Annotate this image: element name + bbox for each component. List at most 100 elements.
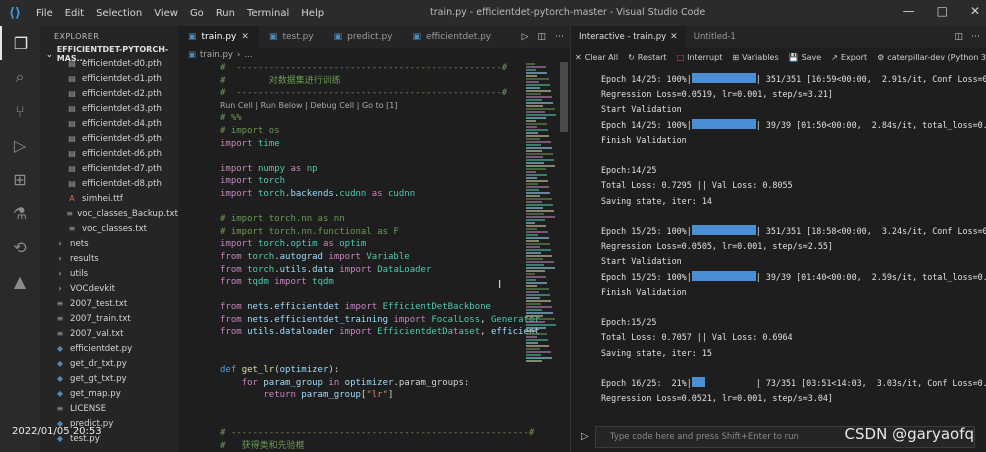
tab-test[interactable]: ▣ test.py (259, 26, 324, 48)
tree-item[interactable]: ◆ get_dr_txt.py (40, 356, 178, 371)
explorer-header: EXPLORER (54, 31, 100, 41)
search-icon[interactable]: ⌕ (0, 60, 40, 94)
tree-item-label: 2007_val.txt (70, 328, 124, 339)
save-icon: 💾 (788, 52, 799, 62)
more-panel-icon[interactable]: ⋯ (971, 32, 980, 42)
editor-actions: ▷ ◫ ⋯ (522, 32, 570, 42)
minimap[interactable] (526, 62, 556, 382)
tree-item[interactable]: ≡ 2007_val.txt (40, 326, 178, 341)
breadcrumb-more[interactable]: ... (244, 50, 252, 60)
close-icon[interactable]: ✕ (970, 4, 980, 18)
toolbar-variables[interactable]: ⊞ Variables (732, 53, 778, 62)
tab-label: test.py (282, 32, 314, 42)
output-rest: | 73/351 [03:51<14:03, 3.03s/it, Conf Lo… (755, 378, 986, 389)
output-line: Epoch 16/25: 21%| | 73/351 [03:51<14:03, … (601, 376, 986, 391)
menu-edit[interactable]: Edit (65, 8, 84, 19)
code-line: import torch.optim as optim (220, 239, 367, 250)
code-line: # import torch.nn.functional as F (220, 226, 399, 237)
output-text: Epoch:15/25 (601, 317, 657, 328)
tree-item[interactable]: ≡ voc_classes.txt (40, 221, 178, 236)
code-line: from nets.efficientdet import EfficientD… (220, 302, 491, 313)
mouse-cursor-icon: I (498, 278, 502, 291)
minimize-icon[interactable]: — (903, 4, 915, 18)
tree-item[interactable]: › utils (40, 266, 178, 281)
tree-item[interactable]: ▤ efficientdet-d6.pth (40, 146, 178, 161)
tree-item-label: LICENSE (70, 403, 107, 414)
tree-item[interactable]: ▤ efficientdet-d3.pth (40, 101, 178, 116)
code-area[interactable]: # --------------------------------------… (178, 62, 570, 452)
codelens-actions[interactable]: Run Cell | Run Below | Debug Cell | Go t… (220, 100, 570, 113)
testing-icon[interactable]: ⚗ (0, 196, 40, 230)
tree-item[interactable]: › nets (40, 236, 178, 251)
tree-item[interactable]: ▤ efficientdet-d8.pth (40, 176, 178, 191)
run-icon[interactable]: ▷ (522, 32, 529, 42)
tree-item[interactable]: › VOCdevkit (40, 281, 178, 296)
folder-chevron-icon: › (58, 239, 62, 248)
output-text: Epoch 16/25: 21%| (601, 378, 692, 389)
editor-scrollbar[interactable] (560, 62, 568, 132)
panel-tab[interactable]: Untitled-1 (686, 26, 744, 48)
toolbar-export[interactable]: ↗ Export (831, 53, 867, 62)
menu-file[interactable]: File (36, 8, 53, 19)
py-file-icon: ◆ (56, 374, 64, 383)
split-panel-icon[interactable]: ◫ (954, 32, 963, 42)
toolbar-clear[interactable]: ✕ Clear All (575, 53, 618, 62)
tree-item[interactable]: ▤ efficientdet-d2.pth (40, 86, 178, 101)
pth-file-icon: ▤ (68, 134, 76, 143)
tree-item[interactable]: ≡ voc_classes_Backup.txt (40, 206, 178, 221)
tree-item[interactable]: Asimhei.ttf (40, 191, 178, 206)
toolbar-restart[interactable]: ↻ Restart (628, 53, 666, 62)
tree-item[interactable]: ◆ get_gt_txt.py (40, 371, 178, 386)
run-debug-icon[interactable]: ▷ (0, 128, 40, 162)
code-line: # 对数据集进行训练 (220, 75, 341, 86)
explorer-icon[interactable]: ❐ (0, 26, 40, 60)
more-actions-icon[interactable]: ⋯ (555, 32, 564, 42)
menu-selection[interactable]: Selection (96, 8, 142, 19)
menu-view[interactable]: View (154, 8, 178, 19)
close-tab-icon[interactable]: ✕ (670, 32, 678, 42)
menu-go[interactable]: Go (190, 8, 204, 19)
tab-predict[interactable]: ▣ predict.py (324, 26, 403, 48)
toolbar-save[interactable]: 💾 Save (789, 53, 822, 62)
panel-tab[interactable]: Interactive - train.py ✕ (571, 26, 686, 48)
interactive-window: Interactive - train.py ✕ Untitled-1 ◫ ⋯ ✕ C… (570, 26, 986, 452)
toolbar-label: Clear All (584, 52, 619, 62)
tree-item[interactable]: ≡ 2007_test.txt (40, 296, 178, 311)
breadcrumb-file[interactable]: train.py (200, 50, 233, 60)
tree-item[interactable]: › results (40, 251, 178, 266)
editor-group: ▣ train.py ✕ ▣ test.py ▣ predict.py ▣ efficientd… (178, 26, 570, 452)
remote-icon[interactable]: ⟲ (0, 230, 40, 264)
tree-item[interactable]: ▤ efficientdet-d7.pth (40, 161, 178, 176)
split-editor-icon[interactable]: ◫ (537, 32, 546, 42)
python-file-icon: ▣ (333, 32, 343, 42)
tree-item[interactable]: ≡ 2007_train.txt (40, 311, 178, 326)
ttf-file-icon: A (69, 194, 75, 203)
tree-item[interactable]: ◆ get_map.py (40, 386, 178, 401)
variables-icon: ⊞ (732, 52, 740, 62)
output-line: Saving state, iter: 15 (601, 346, 986, 361)
close-tab-icon[interactable]: ✕ (241, 32, 249, 42)
tree-item[interactable]: ▤ efficientdet-d1.pth (40, 71, 178, 86)
output-line: Start Validation (601, 254, 986, 269)
tree-item[interactable]: ◆ efficientdet.py (40, 341, 178, 356)
output-line: Saving state, iter: 14 (601, 194, 986, 209)
toolbar-kernel[interactable]: ⚙caterpillar-dev (Python 3.8.12) (877, 53, 986, 62)
menu-terminal[interactable]: Terminal (247, 8, 289, 19)
source-control-icon[interactable]: ⑂ (0, 94, 40, 128)
toolbar-interrupt[interactable]: □ Interrupt (677, 53, 723, 62)
tab-efficientdet[interactable]: ▣ efficientdet.py (402, 26, 501, 48)
maximize-icon[interactable]: □ (937, 4, 948, 18)
extensions-icon[interactable]: ⊞ (0, 162, 40, 196)
menu-help[interactable]: Help (301, 8, 324, 19)
menu-run[interactable]: Run (216, 8, 235, 19)
tree-item[interactable]: ▤ efficientdet-d5.pth (40, 131, 178, 146)
output-rest: | 351/351 [18:58<00:00, 3.24s/it, Conf L… (755, 226, 986, 237)
run-cell-icon[interactable]: ▷ (581, 431, 589, 442)
tree-item[interactable]: ≡ LICENSE (40, 401, 178, 416)
output-line: Epoch:14/25 (601, 163, 986, 178)
code-line: from tqdm import tqdm (220, 277, 334, 288)
tree-item[interactable]: ▤ efficientdet-d4.pth (40, 116, 178, 131)
tab-train[interactable]: ▣ train.py ✕ (178, 26, 259, 48)
azure-icon[interactable]: ▲ (0, 264, 40, 298)
